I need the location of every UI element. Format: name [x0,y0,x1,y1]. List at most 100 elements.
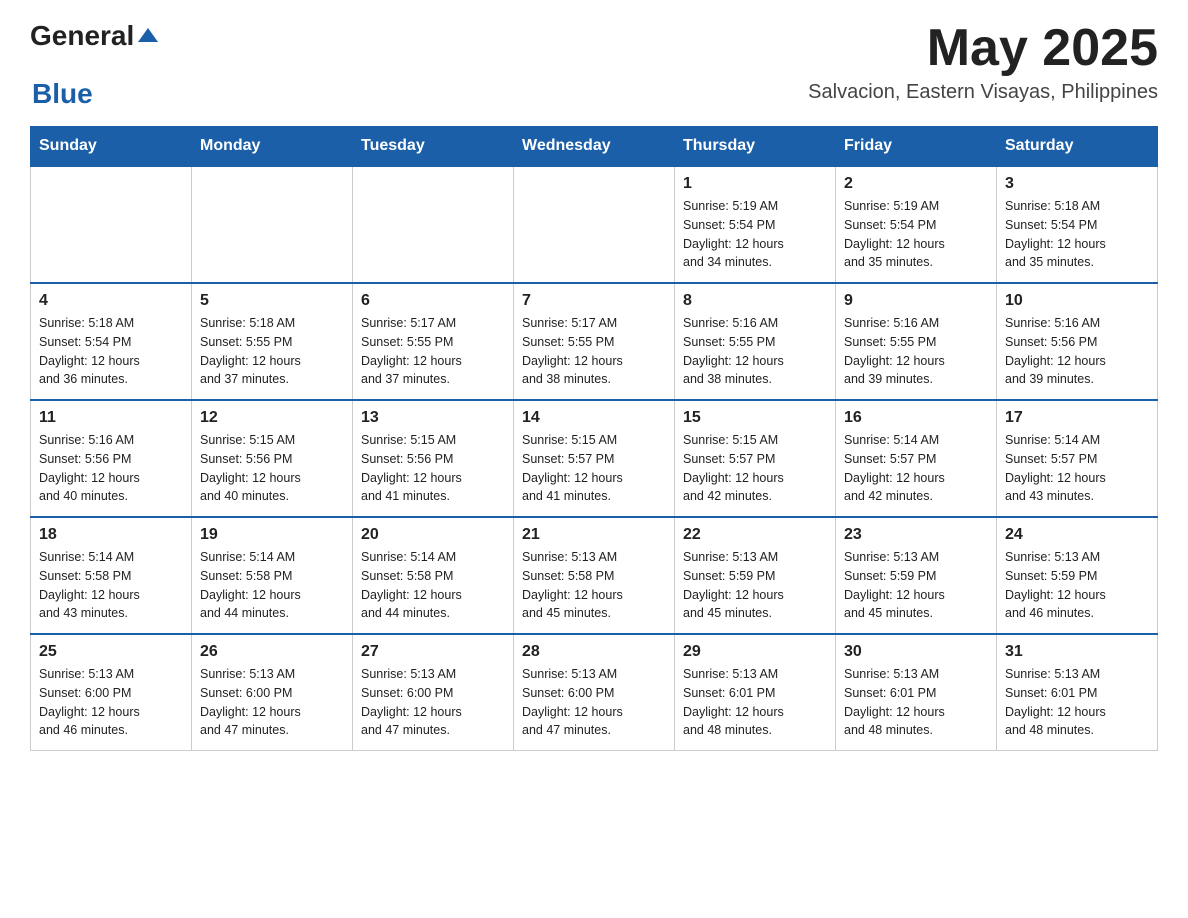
day-info: Sunrise: 5:13 AMSunset: 6:01 PMDaylight:… [683,665,827,740]
day-info: Sunrise: 5:14 AMSunset: 5:58 PMDaylight:… [361,548,505,623]
day-of-week-header: Thursday [675,127,836,167]
day-number: 11 [39,409,183,427]
day-info: Sunrise: 5:14 AMSunset: 5:57 PMDaylight:… [1005,431,1149,506]
calendar-cell: 13 Sunrise: 5:15 AMSunset: 5:56 PMDayligh… [353,400,514,517]
logo-blue-text: Blue [32,78,93,109]
day-info: Sunrise: 5:13 AMSunset: 5:59 PMDaylight:… [683,548,827,623]
calendar-cell: 23 Sunrise: 5:13 AMSunset: 5:59 PMDayligh… [836,517,997,634]
day-info: Sunrise: 5:16 AMSunset: 5:55 PMDaylight:… [844,314,988,389]
day-number: 13 [361,409,505,427]
day-info: Sunrise: 5:18 AMSunset: 5:54 PMDaylight:… [1005,197,1149,272]
calendar-cell: 14Sunrise: 5:15 AMSunset: 5:57 PMDayligh… [514,400,675,517]
calendar-cell: 5Sunrise: 5:18 AMSunset: 5:55 PMDaylight… [192,283,353,400]
calendar-cell: 27 Sunrise: 5:13 AMSunset: 6:00 PMDayligh… [353,634,514,751]
week-row: 25 Sunrise: 5:13 AMSunset: 6:00 PMDayligh… [31,634,1158,751]
calendar-cell: 28Sunrise: 5:13 AMSunset: 6:00 PMDayligh… [514,634,675,751]
day-number: 12 [200,409,344,427]
day-number: 31 [1005,643,1149,661]
day-of-week-header: Sunday [31,127,192,167]
day-info: Sunrise: 5:15 AMSunset: 5:56 PMDaylight:… [200,431,344,506]
calendar-cell: 20 Sunrise: 5:14 AMSunset: 5:58 PMDayligh… [353,517,514,634]
day-number: 7 [522,292,666,310]
calendar-cell: 18Sunrise: 5:14 AMSunset: 5:58 PMDayligh… [31,517,192,634]
day-info: Sunrise: 5:14 AMSunset: 5:58 PMDaylight:… [200,548,344,623]
day-of-week-header: Friday [836,127,997,167]
day-info: Sunrise: 5:13 AMSunset: 6:00 PMDaylight:… [39,665,183,740]
day-number: 8 [683,292,827,310]
day-info: Sunrise: 5:16 AMSunset: 5:56 PMDaylight:… [39,431,183,506]
day-number: 28 [522,643,666,661]
day-number: 2 [844,175,988,193]
day-number: 25 [39,643,183,661]
day-number: 23 [844,526,988,544]
day-info: Sunrise: 5:19 AMSunset: 5:54 PMDaylight:… [683,197,827,272]
day-of-week-header: Monday [192,127,353,167]
day-number: 29 [683,643,827,661]
calendar-cell: 4 Sunrise: 5:18 AMSunset: 5:54 PMDaylight… [31,283,192,400]
calendar-cell: 1 Sunrise: 5:19 AMSunset: 5:54 PMDaylight… [675,166,836,283]
calendar-cell: 3 Sunrise: 5:18 AMSunset: 5:54 PMDaylight… [997,166,1158,283]
day-info: Sunrise: 5:19 AMSunset: 5:54 PMDaylight:… [844,197,988,272]
day-info: Sunrise: 5:16 AMSunset: 5:55 PMDaylight:… [683,314,827,389]
day-info: Sunrise: 5:13 AMSunset: 5:59 PMDaylight:… [844,548,988,623]
calendar-cell [514,166,675,283]
calendar-cell: 30 Sunrise: 5:13 AMSunset: 6:01 PMDayligh… [836,634,997,751]
day-number: 18 [39,526,183,544]
day-info: Sunrise: 5:15 AMSunset: 5:56 PMDaylight:… [361,431,505,506]
day-number: 21 [522,526,666,544]
logo-general-text: General [30,20,134,52]
day-number: 30 [844,643,988,661]
day-number: 4 [39,292,183,310]
day-number: 20 [361,526,505,544]
day-of-week-header: Saturday [997,127,1158,167]
day-of-week-header: Wednesday [514,127,675,167]
calendar-cell: 7 Sunrise: 5:17 AMSunset: 5:55 PMDaylight… [514,283,675,400]
calendar-cell: 11 Sunrise: 5:16 AMSunset: 5:56 PMDayligh… [31,400,192,517]
calendar-cell: 2 Sunrise: 5:19 AMSunset: 5:54 PMDaylight… [836,166,997,283]
day-number: 17 [1005,409,1149,427]
day-number: 3 [1005,175,1149,193]
location-subtitle: Salvacion, Eastern Visayas, Philippines [808,81,1158,104]
calendar-header: SundayMondayTuesdayWednesdayThursdayFrid… [31,127,1158,167]
calendar-cell: 17 Sunrise: 5:14 AMSunset: 5:57 PMDayligh… [997,400,1158,517]
day-of-week-header: Tuesday [353,127,514,167]
calendar-cell: 16 Sunrise: 5:14 AMSunset: 5:57 PMDayligh… [836,400,997,517]
calendar-cell: 8 Sunrise: 5:16 AMSunset: 5:55 PMDaylight… [675,283,836,400]
day-info: Sunrise: 5:18 AMSunset: 5:54 PMDaylight:… [39,314,183,389]
calendar-body: 1 Sunrise: 5:19 AMSunset: 5:54 PMDaylight… [31,166,1158,751]
calendar-cell [31,166,192,283]
day-number: 24 [1005,526,1149,544]
day-info: Sunrise: 5:16 AMSunset: 5:56 PMDaylight:… [1005,314,1149,389]
day-number: 6 [361,292,505,310]
logo: General [30,20,160,52]
day-info: Sunrise: 5:13 AMSunset: 6:00 PMDaylight:… [361,665,505,740]
calendar-cell: 26Sunrise: 5:13 AMSunset: 6:00 PMDayligh… [192,634,353,751]
day-number: 16 [844,409,988,427]
day-info: Sunrise: 5:17 AMSunset: 5:55 PMDaylight:… [361,314,505,389]
month-year-title: May 2025 [808,20,1158,77]
day-number: 22 [683,526,827,544]
calendar-cell: 29 Sunrise: 5:13 AMSunset: 6:01 PMDayligh… [675,634,836,751]
calendar-cell: 21Sunrise: 5:13 AMSunset: 5:58 PMDayligh… [514,517,675,634]
day-number: 27 [361,643,505,661]
calendar-cell: 9Sunrise: 5:16 AMSunset: 5:55 PMDaylight… [836,283,997,400]
week-row: 18 Sunrise: 5:14 AMSunset: 5:58 PMDayligh… [31,517,1158,634]
day-info: Sunrise: 5:17 AMSunset: 5:55 PMDaylight:… [522,314,666,389]
day-number: 5 [200,292,344,310]
calendar-cell: 25 Sunrise: 5:13 AMSunset: 6:00 PMDayligh… [31,634,192,751]
day-number: 1 [683,175,827,193]
calendar-cell: 22 Sunrise: 5:13 AMSunset: 5:59 PMDayligh… [675,517,836,634]
day-info: Sunrise: 5:15 AMSunset: 5:57 PMDaylight:… [522,431,666,506]
day-number: 15 [683,409,827,427]
day-info: Sunrise: 5:14 AMSunset: 5:57 PMDaylight:… [844,431,988,506]
day-info: Sunrise: 5:13 AMSunset: 6:01 PMDaylight:… [844,665,988,740]
calendar-cell: 15Sunrise: 5:15 AMSunset: 5:57 PMDayligh… [675,400,836,517]
days-of-week-row: SundayMondayTuesdayWednesdayThursdayFrid… [31,127,1158,167]
calendar-table: SundayMondayTuesdayWednesdayThursdayFrid… [30,126,1158,751]
calendar-cell [353,166,514,283]
calendar-cell: 31Sunrise: 5:13 AMSunset: 6:01 PMDayligh… [997,634,1158,751]
title-area: May 2025 Salvacion, Eastern Visayas, Phi… [808,20,1158,104]
calendar-cell: 6 Sunrise: 5:17 AMSunset: 5:55 PMDaylight… [353,283,514,400]
calendar-cell: 10Sunrise: 5:16 AMSunset: 5:56 PMDayligh… [997,283,1158,400]
day-number: 19 [200,526,344,544]
